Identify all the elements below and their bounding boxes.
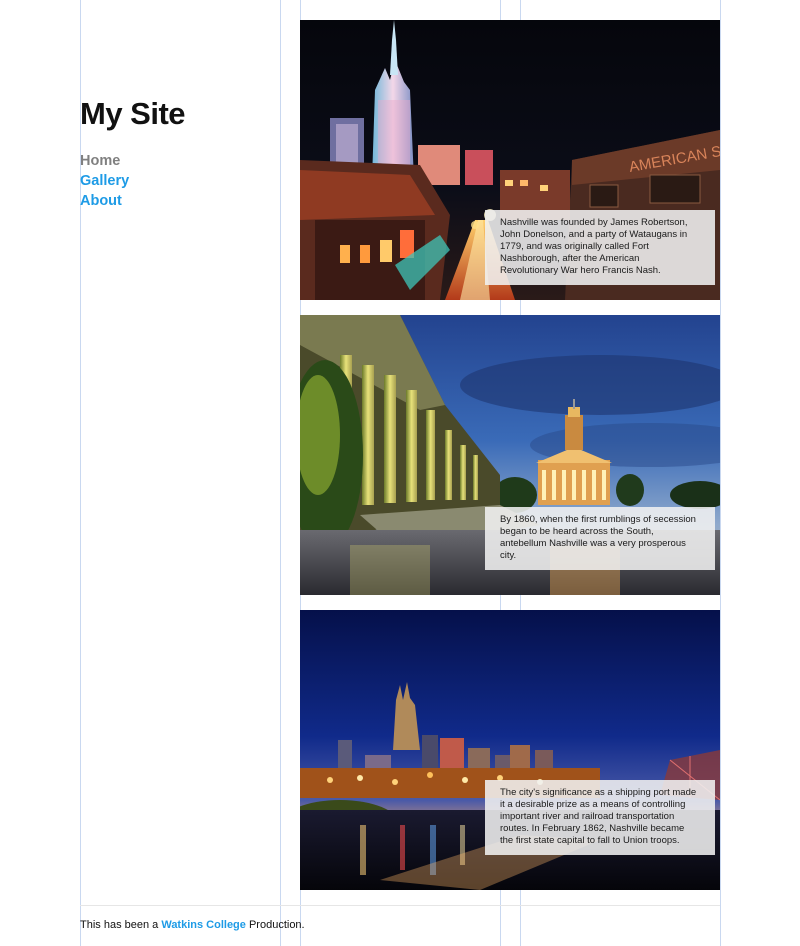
main-nav: Home Gallery About xyxy=(80,151,129,211)
footer: This has been a Watkins College Producti… xyxy=(80,919,305,931)
grid-guide-line xyxy=(280,0,281,946)
footer-divider xyxy=(80,905,720,906)
footer-suffix: Production. xyxy=(245,919,305,931)
grid-guide-line xyxy=(80,0,81,946)
gallery-item: By 1860, when the first rumblings of sec… xyxy=(300,315,720,595)
footer-link-watkins[interactable]: Watkins College xyxy=(161,919,246,931)
image-caption: Nashville was founded by James Robertson… xyxy=(485,210,715,285)
nav-item-home[interactable]: Home xyxy=(80,151,129,171)
gallery-item: AMERICAN STEAM FEED Nashville was founde… xyxy=(300,20,720,300)
page: My Site Home Gallery About AMERICAN STEA… xyxy=(0,0,800,946)
grid-guide-line xyxy=(720,0,721,946)
site-title: My Site xyxy=(80,96,186,131)
image-caption: The city's significance as a shipping po… xyxy=(485,780,715,855)
image-caption: By 1860, when the first rumblings of sec… xyxy=(485,507,715,570)
gallery-item: The city's significance as a shipping po… xyxy=(300,610,720,890)
nav-item-gallery[interactable]: Gallery xyxy=(80,171,129,191)
nav-item-about[interactable]: About xyxy=(80,191,129,211)
footer-prefix: This has been a xyxy=(80,919,162,931)
